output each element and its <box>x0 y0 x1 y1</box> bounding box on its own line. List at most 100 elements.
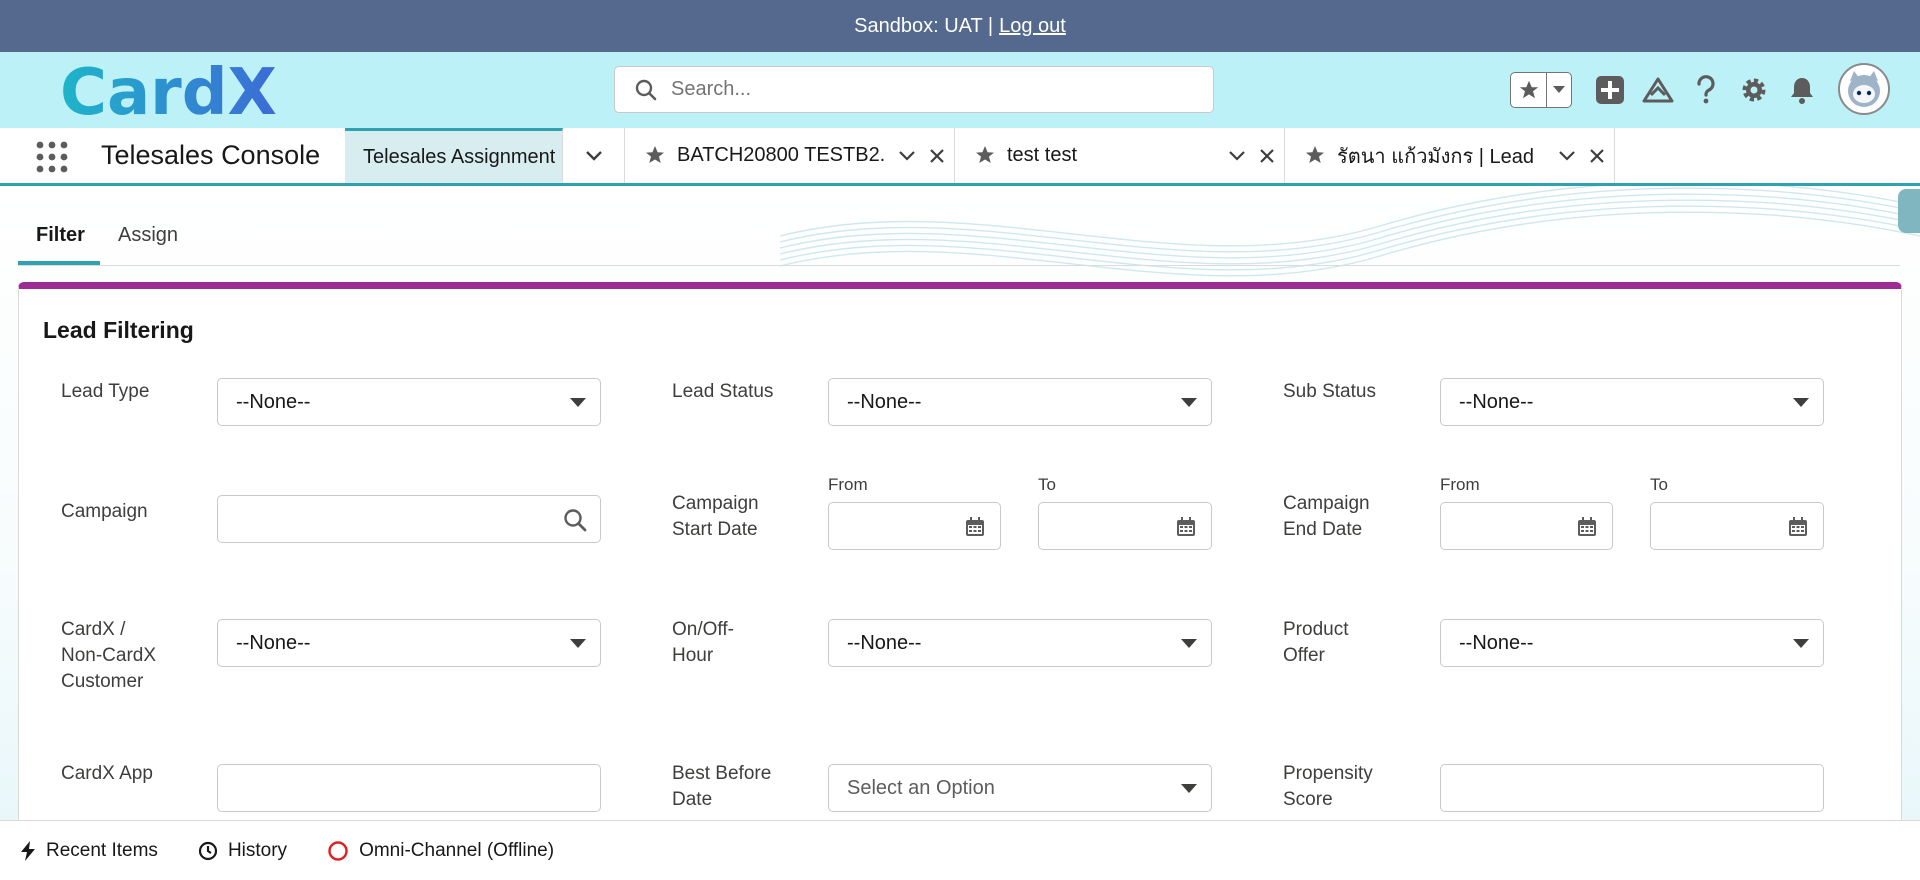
label-line: Date <box>672 789 713 810</box>
lead-type-select[interactable]: --None-- <box>217 378 601 426</box>
cardx-customer-select[interactable]: --None-- <box>217 619 601 667</box>
chevron-down-icon <box>1559 150 1575 161</box>
label-line: Best Before <box>672 763 772 784</box>
omni-channel-label: Omni-Channel (Offline) <box>359 839 555 861</box>
sub-status-select[interactable]: --None-- <box>1440 378 1824 426</box>
app-launcher-button[interactable] <box>36 138 68 176</box>
lightning-icon <box>21 840 35 861</box>
offline-status-icon <box>328 840 348 861</box>
end-from-label: From <box>1440 475 1480 494</box>
close-icon <box>1590 148 1604 163</box>
label-line: Propensity <box>1283 763 1373 784</box>
lead-status-value: --None-- <box>847 390 922 413</box>
product-offer-label: Product Offer <box>1283 617 1348 669</box>
tab-lead-thai[interactable]: รัตนา แก้วมังกร | Lead <box>1285 128 1615 183</box>
product-offer-select[interactable]: --None-- <box>1440 619 1824 667</box>
campaign-start-to-input[interactable] <box>1038 502 1212 550</box>
lead-icon <box>643 144 667 168</box>
tab-label: test test <box>1007 144 1078 166</box>
help-button[interactable] <box>1688 72 1724 108</box>
label-line: Hour <box>672 645 714 666</box>
gear-icon <box>1742 78 1766 102</box>
star-icon <box>1519 80 1538 99</box>
history-button[interactable]: History <box>198 840 287 862</box>
lead-icon <box>1303 144 1327 168</box>
history-label: History <box>227 839 288 861</box>
sandbox-label: Sandbox: UAT | <box>854 14 994 37</box>
omni-channel-button[interactable]: Omni-Channel (Offline) <box>327 840 554 862</box>
label-line: Campaign <box>672 493 759 514</box>
user-avatar[interactable] <box>1838 63 1890 115</box>
calendar-icon[interactable] <box>1574 515 1600 539</box>
label-line: Score <box>1283 789 1333 810</box>
close-icon <box>930 148 944 163</box>
trailhead-guidance-button[interactable] <box>1640 72 1676 108</box>
close-icon <box>1260 148 1274 163</box>
favorites-group <box>1510 72 1572 108</box>
best-before-date-select[interactable]: Select an Option <box>828 764 1212 812</box>
clock-icon <box>198 841 218 860</box>
start-from-label: From <box>828 475 868 494</box>
campaign-lookup-input[interactable] <box>217 495 601 543</box>
on-off-hour-select[interactable]: --None-- <box>828 619 1212 667</box>
label-line: Customer <box>61 671 144 692</box>
campaign-end-date-label: Campaign End Date <box>1283 491 1370 543</box>
global-search-input[interactable]: Search... <box>614 66 1214 113</box>
close-tab-button[interactable] <box>1585 144 1609 168</box>
tab-filter[interactable]: Filter <box>36 224 85 247</box>
workspace-content: Filter Assign Lead Filtering Lead Type -… <box>0 186 1920 820</box>
tab-telesales-assignment[interactable]: Telesales Assignment <box>345 128 563 183</box>
end-to-label: To <box>1650 475 1668 494</box>
notifications-button[interactable] <box>1784 72 1820 108</box>
search-icon <box>635 79 657 100</box>
best-before-date-label: Best Before Date <box>672 761 771 813</box>
lead-status-label: Lead Status <box>672 381 774 402</box>
caret-down-icon <box>1793 398 1809 407</box>
search-placeholder: Search... <box>671 78 752 100</box>
label-line: Non-CardX <box>61 645 157 666</box>
cardx-logo[interactable]: CardX <box>60 60 290 124</box>
tab-label: รัตนา แก้วมังกร | Lead <box>1337 145 1535 168</box>
label-line: Campaign <box>1283 493 1370 514</box>
propensity-score-input[interactable] <box>1440 764 1824 812</box>
calendar-icon[interactable] <box>962 515 988 539</box>
label-line: Product <box>1283 619 1349 640</box>
tab-label: BATCH20800 TESTB2... <box>677 144 885 166</box>
global-header: CardX Search... <box>0 52 1920 128</box>
header-actions <box>1500 52 1920 128</box>
tab-actions-chevron[interactable] <box>1225 144 1249 168</box>
label-line: On/Off- <box>672 619 734 640</box>
caret-down-icon <box>570 639 586 648</box>
campaign-start-from-input[interactable] <box>828 502 1001 550</box>
sub-status-value: --None-- <box>1459 390 1534 413</box>
favorites-dropdown-button[interactable] <box>1547 73 1571 107</box>
tab-actions-chevron[interactable] <box>895 144 919 168</box>
tab-overflow-button[interactable] <box>563 128 625 183</box>
label-line: Offer <box>1283 645 1325 666</box>
close-tab-button[interactable] <box>1255 144 1279 168</box>
setup-button[interactable] <box>1736 72 1772 108</box>
lead-status-select[interactable]: --None-- <box>828 378 1212 426</box>
calendar-icon[interactable] <box>1173 515 1199 539</box>
tab-test-test[interactable]: test test <box>955 128 1285 183</box>
campaign-end-to-input[interactable] <box>1650 502 1824 550</box>
recent-items-button[interactable]: Recent Items <box>20 840 158 862</box>
global-actions-button[interactable] <box>1592 72 1628 108</box>
astro-avatar-icon <box>1848 71 1880 107</box>
tab-actions-chevron[interactable] <box>1555 144 1579 168</box>
tab-batch20800[interactable]: BATCH20800 TESTB2... <box>625 128 955 183</box>
plus-icon <box>1596 76 1624 104</box>
sub-tab-bar: Filter Assign <box>18 186 1900 266</box>
utility-panel-handle[interactable] <box>1898 189 1920 233</box>
search-icon <box>562 508 588 532</box>
cardx-app-input[interactable] <box>217 764 601 812</box>
campaign-end-from-input[interactable] <box>1440 502 1613 550</box>
cardx-app-label: CardX App <box>61 763 153 784</box>
tab-assign[interactable]: Assign <box>118 224 178 247</box>
favorites-star-button[interactable] <box>1511 73 1547 107</box>
lead-type-value: --None-- <box>236 390 311 413</box>
close-tab-button[interactable] <box>925 144 949 168</box>
label-line: End Date <box>1283 519 1363 540</box>
logout-link[interactable]: Log out <box>999 15 1066 38</box>
calendar-icon[interactable] <box>1785 515 1811 539</box>
